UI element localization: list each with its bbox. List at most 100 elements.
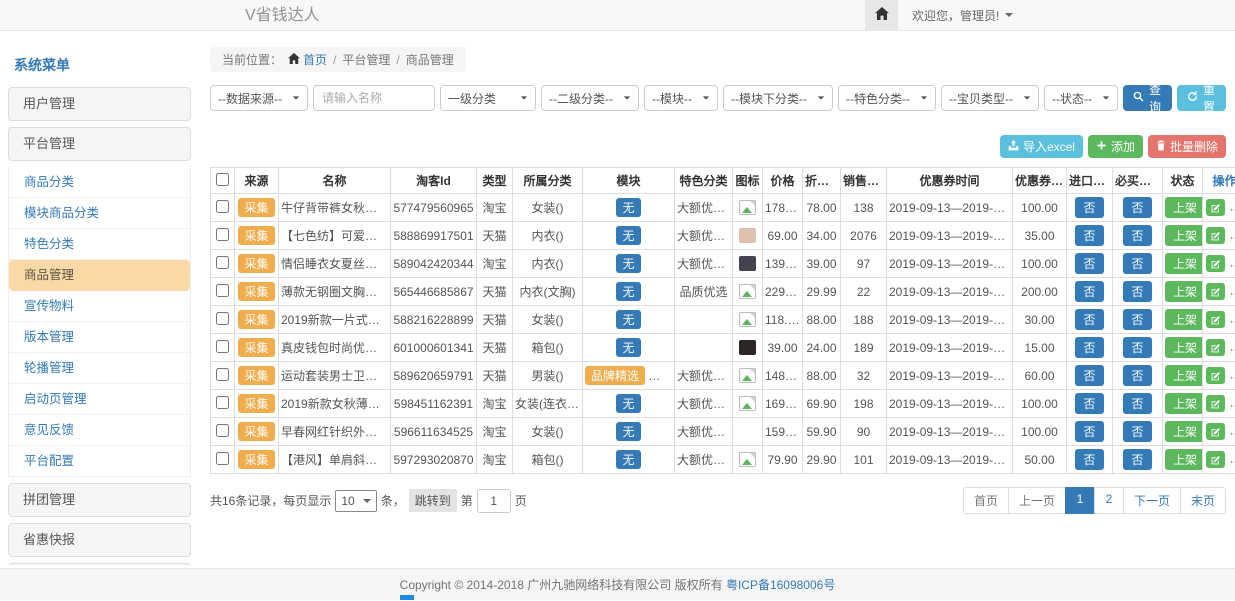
must-buy-toggle[interactable]: 否 <box>1123 421 1151 442</box>
status-button[interactable]: 上架 <box>1165 309 1203 330</box>
page-1-button[interactable]: 1 <box>1065 487 1095 514</box>
home-button[interactable] <box>865 0 898 30</box>
jump-button[interactable]: 跳转到 <box>409 489 457 512</box>
status-select[interactable]: --状态-- <box>1044 85 1118 111</box>
search-button[interactable]: 查询 <box>1123 85 1172 111</box>
edit-button[interactable] <box>1206 451 1225 468</box>
row-checkbox[interactable] <box>216 284 229 297</box>
reset-button[interactable]: 重置 <box>1177 85 1226 111</box>
row-checkbox[interactable] <box>216 228 229 241</box>
row-checkbox[interactable] <box>216 340 229 353</box>
sidebar-item-module-product-category[interactable]: 模块商品分类 <box>9 198 190 229</box>
data-source-select[interactable]: --数据来源-- <box>210 85 308 111</box>
sidebar-item-promo-material[interactable]: 宣传物料 <box>9 291 190 322</box>
edit-button[interactable] <box>1206 395 1225 412</box>
sidebar-item-saving-express[interactable]: 省惠快报 <box>8 523 191 557</box>
level1-category-select[interactable]: 一级分类 <box>440 85 536 111</box>
row-checkbox[interactable] <box>216 312 229 325</box>
import-select-toggle[interactable]: 否 <box>1075 281 1103 302</box>
sidebar-item-platform-config[interactable]: 平台配置 <box>9 446 190 477</box>
import-select-toggle[interactable]: 否 <box>1075 449 1103 470</box>
select-all-checkbox[interactable] <box>216 173 229 186</box>
level2-category-select[interactable]: --二级分类-- <box>541 85 639 111</box>
import-select-toggle[interactable]: 否 <box>1075 309 1103 330</box>
jump-page-input[interactable] <box>477 489 511 513</box>
delete-button[interactable] <box>1230 367 1235 384</box>
icp-link[interactable]: 粤ICP备16098006号 <box>726 578 835 592</box>
module-select[interactable]: --模块-- <box>644 85 718 111</box>
import-select-toggle[interactable]: 否 <box>1075 393 1103 414</box>
status-button[interactable]: 上架 <box>1165 197 1203 218</box>
last-page-button[interactable]: 末页 <box>1180 487 1226 514</box>
item-type-select[interactable]: --宝贝类型-- <box>941 85 1039 111</box>
import-select-toggle[interactable]: 否 <box>1075 225 1103 246</box>
row-checkbox[interactable] <box>216 396 229 409</box>
sidebar-item-feedback[interactable]: 意见反馈 <box>9 415 190 446</box>
name-search-input[interactable] <box>313 85 435 111</box>
edit-button[interactable] <box>1206 227 1225 244</box>
sidebar-item-carousel-management[interactable]: 轮播管理 <box>9 353 190 384</box>
sidebar-item-splash-management[interactable]: 启动页管理 <box>9 384 190 415</box>
must-buy-toggle[interactable]: 否 <box>1123 337 1151 358</box>
status-button[interactable]: 上架 <box>1165 365 1203 386</box>
sidebar-item-platform-management[interactable]: 平台管理 <box>8 127 191 161</box>
status-button[interactable]: 上架 <box>1165 393 1203 414</box>
sidebar-item-product-management[interactable]: 商品管理 <box>9 260 190 291</box>
status-button[interactable]: 上架 <box>1165 253 1203 274</box>
import-select-toggle[interactable]: 否 <box>1075 197 1103 218</box>
edit-button[interactable] <box>1206 199 1225 216</box>
must-buy-toggle[interactable]: 否 <box>1123 393 1151 414</box>
delete-button[interactable] <box>1230 255 1235 272</box>
feature-category-select[interactable]: --特色分类-- <box>838 85 936 111</box>
delete-button[interactable] <box>1230 451 1235 468</box>
import-select-toggle[interactable]: 否 <box>1075 253 1103 274</box>
next-page-button[interactable]: 下一页 <box>1123 487 1181 514</box>
first-page-button[interactable]: 首页 <box>963 487 1009 514</box>
page-2-button[interactable]: 2 <box>1094 487 1124 514</box>
sidebar-item-message-management[interactable]: 消息管理 <box>8 563 191 565</box>
import-excel-button[interactable]: 导入excel <box>1000 135 1083 158</box>
prev-page-button[interactable]: 上一页 <box>1008 487 1066 514</box>
import-select-toggle[interactable]: 否 <box>1075 365 1103 386</box>
import-select-toggle[interactable]: 否 <box>1075 337 1103 358</box>
delete-button[interactable] <box>1230 339 1235 356</box>
user-menu[interactable]: 欢迎您，管理员! <box>898 7 1027 24</box>
delete-button[interactable] <box>1230 199 1235 216</box>
module-subcategory-select[interactable]: --模块下分类-- <box>723 85 833 111</box>
batch-delete-button[interactable]: 批量删除 <box>1148 135 1226 158</box>
delete-button[interactable] <box>1230 423 1235 440</box>
delete-button[interactable] <box>1230 227 1235 244</box>
must-buy-toggle[interactable]: 否 <box>1123 197 1151 218</box>
row-checkbox[interactable] <box>216 256 229 269</box>
edit-button[interactable] <box>1206 283 1225 300</box>
must-buy-toggle[interactable]: 否 <box>1123 365 1151 386</box>
edit-button[interactable] <box>1206 367 1225 384</box>
must-buy-toggle[interactable]: 否 <box>1123 309 1151 330</box>
sidebar-item-group-buy-management[interactable]: 拼团管理 <box>8 483 191 517</box>
status-button[interactable]: 上架 <box>1165 337 1203 358</box>
add-button[interactable]: 添加 <box>1088 135 1143 158</box>
edit-button[interactable] <box>1206 339 1225 356</box>
edit-button[interactable] <box>1206 255 1225 272</box>
row-checkbox[interactable] <box>216 424 229 437</box>
status-button[interactable]: 上架 <box>1165 281 1203 302</box>
sidebar-item-feature-category[interactable]: 特色分类 <box>9 229 190 260</box>
delete-button[interactable] <box>1230 283 1235 300</box>
sidebar-item-version-management[interactable]: 版本管理 <box>9 322 190 353</box>
breadcrumb-home-link[interactable]: 首页 <box>288 51 327 68</box>
per-page-select[interactable]: 10 <box>335 490 376 512</box>
edit-button[interactable] <box>1206 311 1225 328</box>
row-checkbox[interactable] <box>216 452 229 465</box>
status-button[interactable]: 上架 <box>1165 449 1203 470</box>
row-checkbox[interactable] <box>216 200 229 213</box>
status-button[interactable]: 上架 <box>1165 225 1203 246</box>
import-select-toggle[interactable]: 否 <box>1075 421 1103 442</box>
must-buy-toggle[interactable]: 否 <box>1123 253 1151 274</box>
sidebar-item-product-category[interactable]: 商品分类 <box>9 167 190 198</box>
sidebar-item-user-management[interactable]: 用户管理 <box>8 87 191 121</box>
status-button[interactable]: 上架 <box>1165 421 1203 442</box>
must-buy-toggle[interactable]: 否 <box>1123 449 1151 470</box>
must-buy-toggle[interactable]: 否 <box>1123 281 1151 302</box>
must-buy-toggle[interactable]: 否 <box>1123 225 1151 246</box>
row-checkbox[interactable] <box>216 368 229 381</box>
